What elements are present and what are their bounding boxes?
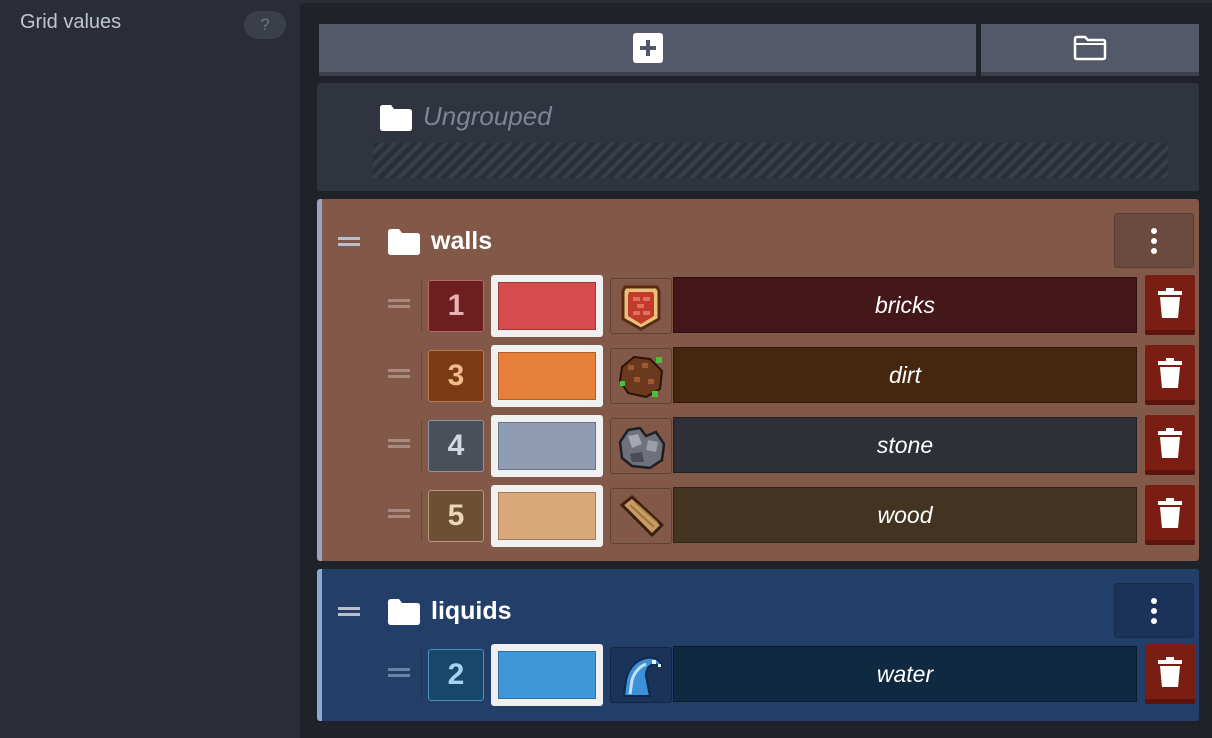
folder-icon xyxy=(388,599,420,625)
delete-button[interactable] xyxy=(1145,644,1195,704)
delete-button[interactable] xyxy=(1145,275,1195,335)
drag-handle[interactable] xyxy=(388,668,410,677)
tile-icon-cell[interactable] xyxy=(610,348,672,404)
trash-icon xyxy=(1158,357,1182,388)
folder-icon xyxy=(1073,35,1107,61)
delete-button[interactable] xyxy=(1145,345,1195,405)
drag-handle[interactable] xyxy=(388,299,410,308)
bricks-icon xyxy=(621,285,661,331)
trash-icon xyxy=(1158,427,1182,458)
drag-handle[interactable] xyxy=(338,237,360,246)
value-name-field[interactable]: bricks xyxy=(673,277,1137,333)
value-row: 1 bricks xyxy=(322,275,1199,337)
value-row: 3 dirt xyxy=(322,345,1199,407)
color-swatch[interactable] xyxy=(491,644,603,706)
stone-icon xyxy=(618,426,666,470)
ungrouped-section: Ungrouped xyxy=(317,83,1199,191)
value-name-field[interactable]: water xyxy=(673,646,1137,702)
value-id[interactable]: 1 xyxy=(428,280,484,332)
color-swatch[interactable] xyxy=(491,275,603,337)
color-swatch[interactable] xyxy=(491,345,603,407)
drag-handle[interactable] xyxy=(338,607,360,616)
plus-icon xyxy=(632,33,663,63)
value-id[interactable]: 2 xyxy=(428,649,484,701)
help-button[interactable]: ? xyxy=(244,11,286,39)
group-liquids: liquids 2 water xyxy=(317,569,1199,721)
trash-icon xyxy=(1158,497,1182,528)
group-name[interactable]: walls xyxy=(431,227,492,256)
value-row: 2 water xyxy=(322,644,1199,706)
tile-icon-cell[interactable] xyxy=(610,418,672,474)
value-name-field[interactable]: wood xyxy=(673,487,1137,543)
drag-handle[interactable] xyxy=(388,509,410,518)
delete-button[interactable] xyxy=(1145,485,1195,545)
tile-icon-cell[interactable] xyxy=(610,488,672,544)
group-walls: walls 1 bricks 3 dirt 4 stone 5 wood xyxy=(317,199,1199,561)
group-menu-button[interactable] xyxy=(1114,213,1194,268)
folder-icon xyxy=(380,105,412,131)
group-name[interactable]: liquids xyxy=(431,597,512,626)
drop-zone[interactable] xyxy=(373,143,1168,178)
trash-icon xyxy=(1158,656,1182,687)
value-id[interactable]: 4 xyxy=(428,420,484,472)
folder-icon xyxy=(388,229,420,255)
value-name-field[interactable]: stone xyxy=(673,417,1137,473)
add-group-button[interactable] xyxy=(981,24,1199,76)
trash-icon xyxy=(1158,287,1182,318)
value-id[interactable]: 3 xyxy=(428,350,484,402)
value-row: 5 wood xyxy=(322,485,1199,547)
tile-icon-cell[interactable] xyxy=(610,647,672,703)
value-id[interactable]: 5 xyxy=(428,490,484,542)
dirt-icon xyxy=(618,355,664,399)
delete-button[interactable] xyxy=(1145,415,1195,475)
group-menu-button[interactable] xyxy=(1114,583,1194,638)
wood-icon xyxy=(619,495,665,538)
grid-values-label: Grid values xyxy=(20,11,122,33)
value-name-field[interactable]: dirt xyxy=(673,347,1137,403)
water-icon xyxy=(622,656,664,697)
tile-icon-cell[interactable] xyxy=(610,278,672,334)
add-value-button[interactable] xyxy=(319,24,976,76)
drag-handle[interactable] xyxy=(388,439,410,448)
more-icon xyxy=(1151,227,1157,234)
ungrouped-label: Ungrouped xyxy=(423,101,552,131)
more-icon xyxy=(1151,597,1157,604)
color-swatch[interactable] xyxy=(491,485,603,547)
drag-handle[interactable] xyxy=(388,369,410,378)
value-row: 4 stone xyxy=(322,415,1199,477)
color-swatch[interactable] xyxy=(491,415,603,477)
